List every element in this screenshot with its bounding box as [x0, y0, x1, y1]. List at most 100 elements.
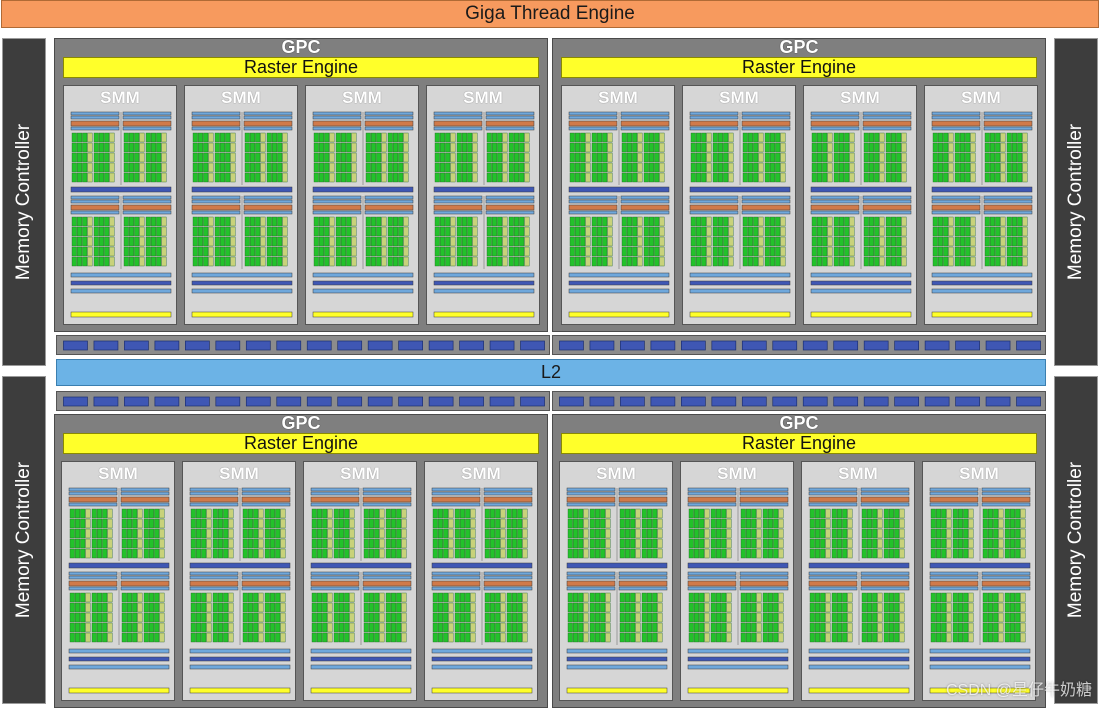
instruction-buffer: [931, 126, 981, 131]
crossbar-block: [589, 396, 615, 407]
instruction-buffer: [122, 126, 172, 131]
smm-label: SMM: [98, 464, 138, 483]
smm-diagram: [929, 487, 1031, 694]
register-file: [862, 120, 912, 127]
tex-cache: [433, 186, 535, 193]
register-file: [739, 496, 789, 503]
instruction-buffer: [983, 210, 1033, 215]
warp-scheduler: [620, 111, 670, 116]
dispatch-unit: [310, 491, 360, 496]
register-file: [566, 496, 616, 503]
crossbar-block: [833, 396, 859, 407]
smm: SMM: [561, 85, 675, 325]
crossbar-block: [63, 340, 88, 351]
warp-scheduler: [929, 571, 979, 576]
polymorph-engine: [191, 311, 293, 318]
dispatch-unit: [860, 491, 910, 496]
dispatch-unit: [620, 115, 670, 120]
smm-label: SMM: [342, 88, 382, 107]
raster-engine-label: Raster Engine: [741, 57, 857, 77]
crossbar-block: [1016, 396, 1041, 407]
gpc-label: GPC: [779, 37, 819, 57]
warp-scheduler: [433, 111, 483, 116]
register-file: [122, 204, 172, 211]
smm-diagram: [931, 111, 1033, 318]
crossbar-block: [863, 396, 889, 407]
instruction-buffer: [68, 586, 118, 591]
warp-scheduler: [860, 571, 910, 576]
tex-cache: [687, 562, 789, 569]
register-file: [362, 496, 412, 503]
instruction-buffer: [312, 126, 362, 131]
crossbar-block: [650, 340, 676, 351]
dispatch-unit: [485, 199, 535, 204]
crossbar-block: [1016, 340, 1041, 351]
crossbar-block: [985, 340, 1011, 351]
instruction-buffer: [364, 210, 414, 215]
l1-cache: [810, 288, 912, 294]
instruction-buffer: [189, 502, 239, 507]
register-file: [68, 496, 118, 503]
warp-scheduler: [310, 571, 360, 576]
register-file: [810, 120, 860, 127]
warp-scheduler: [689, 195, 739, 200]
warp-scheduler: [741, 195, 791, 200]
crossbar-block: [489, 340, 515, 351]
texture-units: [931, 280, 1033, 286]
smm-label: SMM: [463, 88, 503, 107]
register-file: [618, 496, 668, 503]
l1-cache: [312, 288, 414, 294]
instruction-buffer: [860, 502, 910, 507]
smm-diagram: [689, 111, 791, 318]
warp-scheduler: [929, 487, 979, 492]
register-file: [241, 580, 291, 587]
dispatch-unit: [122, 199, 172, 204]
smm-diagram: [189, 487, 291, 694]
warp-scheduler: [433, 195, 483, 200]
smm-units: [923, 462, 1037, 702]
dispatch-unit: [483, 575, 533, 580]
smm-units: [62, 462, 176, 702]
register-file: [243, 204, 293, 211]
crossbar-block: [741, 340, 767, 351]
dispatch-unit: [122, 115, 172, 120]
texture-units: [568, 280, 670, 286]
smm-diagram: [687, 487, 789, 694]
polymorph-engine: [568, 311, 670, 318]
smm-diagram: [191, 111, 293, 318]
smm-diagram: [810, 111, 912, 318]
smm-label: SMM: [100, 88, 140, 107]
dispatch-unit: [483, 491, 533, 496]
crossbar-block: [154, 396, 180, 407]
crossbar-block: [276, 396, 302, 407]
dispatch-unit: [310, 575, 360, 580]
gpc-label: GPC: [779, 413, 819, 433]
memory-controller-top-right: Memory Controller: [1054, 38, 1098, 366]
instruction-buffer: [687, 586, 737, 591]
smm-units: [681, 462, 795, 702]
shared-memory: [312, 272, 414, 278]
l1-cache: [687, 664, 789, 670]
polymorph-engine: [687, 687, 789, 694]
tex-cache: [312, 186, 414, 193]
warp-scheduler: [485, 111, 535, 116]
register-file: [312, 204, 362, 211]
warp-scheduler: [618, 487, 668, 492]
l2-cache-label: L2: [540, 362, 562, 382]
crossbar-block: [215, 340, 241, 351]
warp-scheduler: [241, 487, 291, 492]
texture-units: [68, 656, 170, 662]
register-file: [983, 120, 1033, 127]
register-file: [243, 120, 293, 127]
l1-cache: [70, 288, 172, 294]
warp-scheduler: [566, 571, 616, 576]
crossbar-blocks: [559, 396, 1041, 407]
register-file: [431, 580, 481, 587]
warp-scheduler: [568, 195, 618, 200]
instruction-buffer: [689, 210, 739, 215]
crossbar-block: [955, 396, 980, 407]
polymorph-engine: [70, 311, 172, 318]
dispatch-unit: [981, 491, 1031, 496]
instruction-buffer: [808, 502, 858, 507]
crossbar-block: [955, 340, 980, 351]
